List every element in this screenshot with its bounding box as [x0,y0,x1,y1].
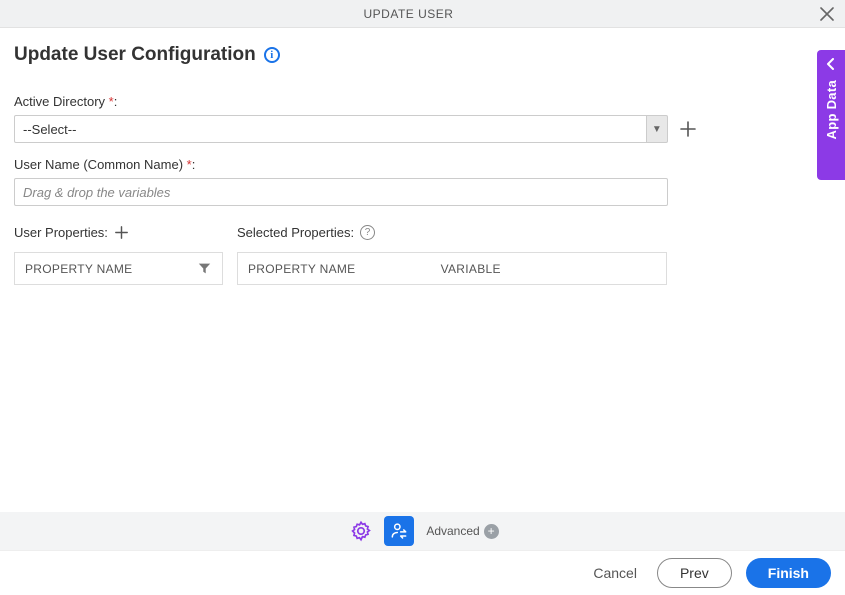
selected-properties-title-row: Selected Properties: ? [237,222,667,242]
plus-circle-icon: + [484,524,499,539]
selected-properties-col-variable: VARIABLE [431,262,666,276]
user-properties-title: User Properties: [14,225,108,240]
cancel-button[interactable]: Cancel [587,564,643,582]
active-directory-row: ▼ [14,115,831,143]
prev-button[interactable]: Prev [657,558,732,588]
help-icon[interactable]: ? [360,225,375,240]
add-directory-icon[interactable] [678,119,698,139]
user-name-row [14,178,831,206]
info-icon[interactable]: i [264,47,280,63]
user-properties-col-name: PROPERTY NAME [15,262,222,276]
chevron-down-icon[interactable]: ▼ [647,115,668,143]
app-data-drawer-tab[interactable]: App Data [817,50,845,180]
properties-section: User Properties: PROPERTY NAME Selected … [14,222,831,285]
active-directory-label: Active Directory *: [14,94,831,109]
footer: Cancel Prev Finish [0,550,845,595]
selected-properties-table-head: PROPERTY NAME VARIABLE [237,252,667,285]
add-property-icon[interactable] [114,224,130,240]
user-config-icon[interactable] [384,516,414,546]
content-area: Update User Configuration i Active Direc… [0,28,845,285]
modal-header: UPDATE USER [0,0,845,28]
finish-button[interactable]: Finish [746,558,831,588]
selected-properties-panel: Selected Properties: ? PROPERTY NAME VAR… [237,222,667,285]
user-properties-panel: User Properties: PROPERTY NAME [14,222,223,285]
active-directory-select[interactable]: ▼ [14,115,668,143]
close-icon[interactable] [817,4,837,24]
page-title-row: Update User Configuration i [14,44,831,66]
selected-properties-col-name: PROPERTY NAME [238,262,431,276]
modal-title: UPDATE USER [0,7,817,21]
user-name-label: User Name (Common Name) *: [14,157,831,172]
bottom-toolbar: Advanced + [0,512,845,550]
page-title: Update User Configuration [14,44,256,66]
user-properties-table-head: PROPERTY NAME [14,252,223,285]
chevron-left-icon [826,58,836,70]
selected-properties-title: Selected Properties: [237,225,354,240]
advanced-toggle[interactable]: Advanced + [426,524,498,539]
gear-icon[interactable] [346,516,376,546]
filter-icon[interactable] [198,262,212,276]
user-properties-title-row: User Properties: [14,222,223,242]
active-directory-select-value[interactable] [14,115,647,143]
app-data-label: App Data [824,80,839,139]
user-name-input[interactable] [14,178,668,206]
